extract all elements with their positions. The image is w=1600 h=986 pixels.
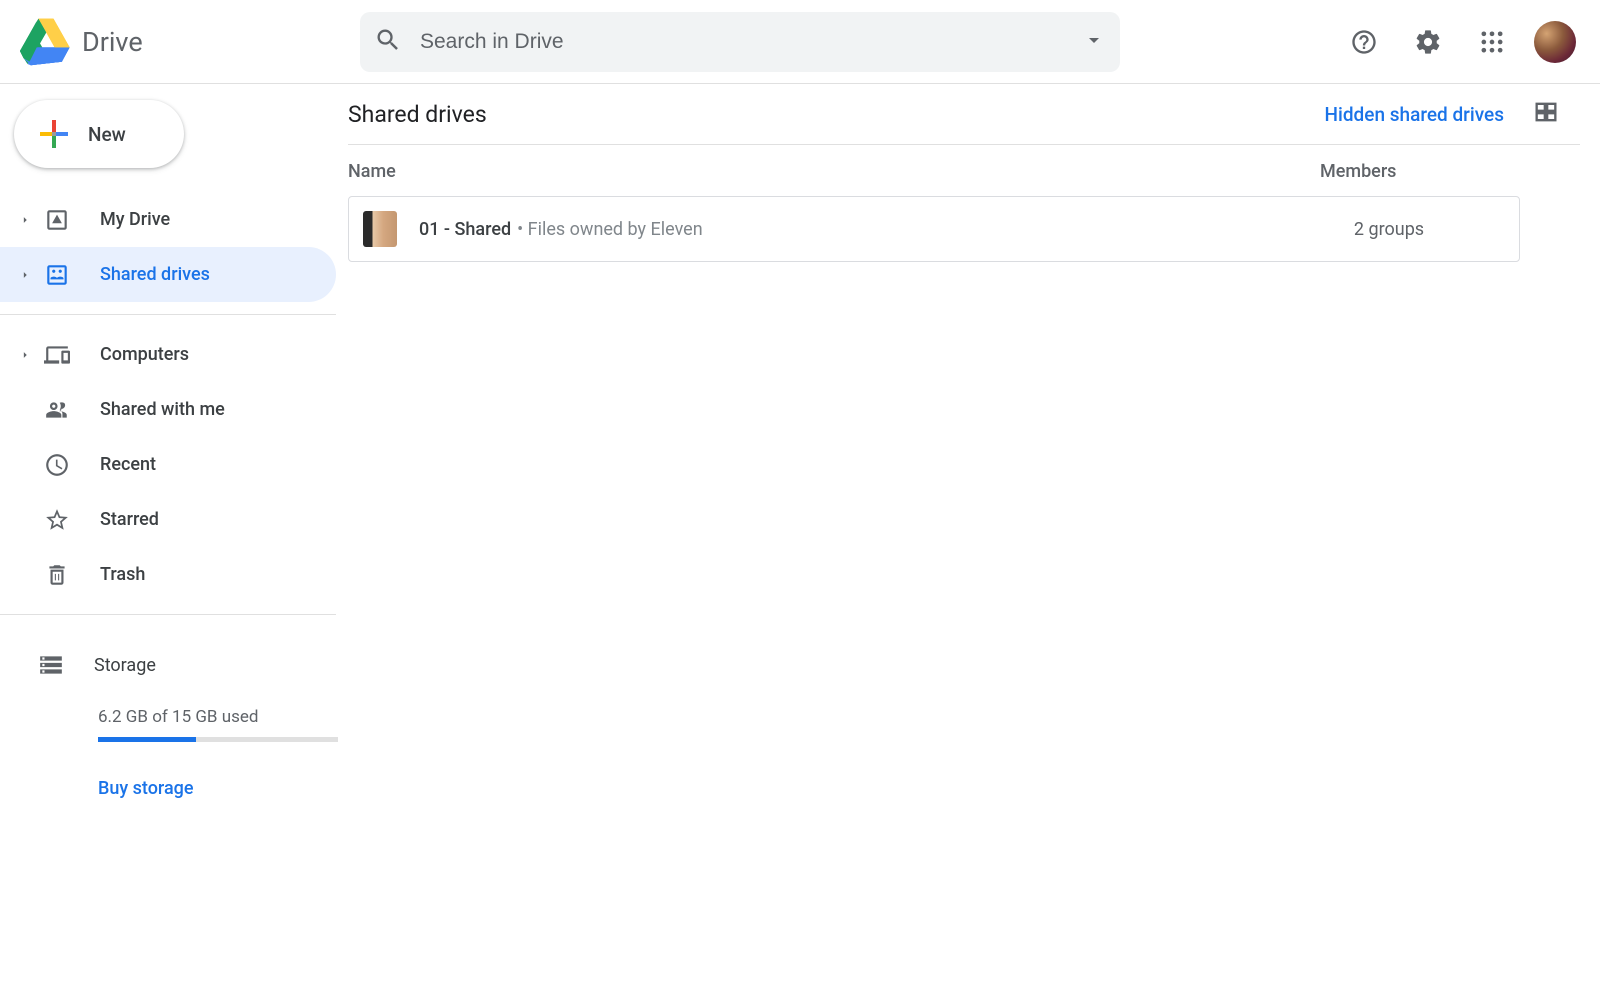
- storage-label: Storage: [94, 655, 156, 676]
- search-options-dropdown-icon[interactable]: [1082, 28, 1106, 56]
- star-icon: [42, 507, 72, 533]
- shared-drive-name: 01 - Shared: [419, 219, 511, 240]
- sidebar-item-label: My Drive: [100, 209, 170, 230]
- sidebar-item-starred[interactable]: Starred: [0, 492, 336, 547]
- sidebar-item-label: Trash: [100, 564, 145, 585]
- plus-icon: [36, 116, 72, 152]
- support-button[interactable]: [1342, 20, 1386, 64]
- sidebar-item-computers[interactable]: Computers: [0, 327, 336, 382]
- sidebar-item-my-drive[interactable]: My Drive: [0, 192, 336, 247]
- list-header-row: Name Members: [348, 145, 1560, 196]
- my-drive-icon: [42, 207, 72, 233]
- hidden-shared-drives-link[interactable]: Hidden shared drives: [1325, 103, 1504, 126]
- expand-icon[interactable]: [12, 348, 38, 362]
- storage-usage-text: 6.2 GB of 15 GB used: [98, 707, 312, 727]
- settings-button[interactable]: [1406, 20, 1450, 64]
- sidebar-item-label: Shared drives: [100, 264, 210, 285]
- shared-drive-thumbnail: [363, 211, 397, 247]
- page-title: Shared drives: [348, 101, 487, 128]
- sidebar-item-label: Starred: [100, 509, 159, 530]
- new-button-label: New: [88, 123, 126, 146]
- shared-drive-subtitle: • Files owned by Eleven: [517, 219, 703, 240]
- main-header: Shared drives Hidden shared drives: [348, 98, 1580, 145]
- storage-icon: [38, 652, 64, 678]
- grid-view-icon: [1532, 98, 1560, 126]
- search-bar[interactable]: [360, 12, 1120, 72]
- sidebar-item-label: Computers: [100, 344, 189, 365]
- column-header-members[interactable]: Members: [1320, 161, 1560, 182]
- search-input[interactable]: [420, 30, 1064, 54]
- apps-grid-icon: [1478, 28, 1506, 56]
- shared-drive-members: 2 groups: [1299, 219, 1519, 240]
- sidebar-item-shared-drives[interactable]: Shared drives: [0, 247, 336, 302]
- shared-with-me-icon: [42, 397, 72, 423]
- storage-progress-bar: [98, 737, 338, 742]
- storage-progress-fill: [98, 737, 196, 742]
- trash-icon: [42, 562, 72, 588]
- sidebar-item-label: Recent: [100, 454, 156, 475]
- computers-icon: [42, 342, 72, 368]
- google-apps-button[interactable]: [1470, 20, 1514, 64]
- account-avatar[interactable]: [1534, 21, 1576, 63]
- storage-section: Storage 6.2 GB of 15 GB used Buy storage: [0, 621, 336, 799]
- main-content: Shared drives Hidden shared drives Name …: [336, 84, 1600, 986]
- new-button[interactable]: New: [14, 100, 184, 168]
- help-icon: [1350, 28, 1378, 56]
- sidebar-item-trash[interactable]: Trash: [0, 547, 336, 602]
- sidebar-item-shared-with-me[interactable]: Shared with me: [0, 382, 336, 437]
- recent-icon: [42, 452, 72, 478]
- sidebar-item-label: Shared with me: [100, 399, 225, 420]
- header-actions: [1342, 20, 1584, 64]
- grid-view-button[interactable]: [1532, 98, 1560, 130]
- shared-drive-row[interactable]: 01 - Shared • Files owned by Eleven 2 gr…: [348, 196, 1520, 262]
- sidebar-item-recent[interactable]: Recent: [0, 437, 336, 492]
- sidebar: New My Drive Shared drives Computers: [0, 84, 336, 986]
- shared-drives-icon: [42, 262, 72, 288]
- expand-icon[interactable]: [12, 213, 38, 227]
- gear-icon: [1414, 28, 1442, 56]
- app-title: Drive: [82, 26, 143, 58]
- buy-storage-link[interactable]: Buy storage: [98, 778, 312, 799]
- sidebar-item-storage[interactable]: Storage: [38, 641, 312, 689]
- logo-area[interactable]: Drive: [20, 18, 360, 66]
- search-icon[interactable]: [374, 26, 402, 58]
- column-header-name[interactable]: Name: [348, 161, 396, 182]
- drive-logo-icon: [20, 18, 72, 66]
- expand-icon[interactable]: [12, 268, 38, 282]
- app-header: Drive: [0, 0, 1600, 84]
